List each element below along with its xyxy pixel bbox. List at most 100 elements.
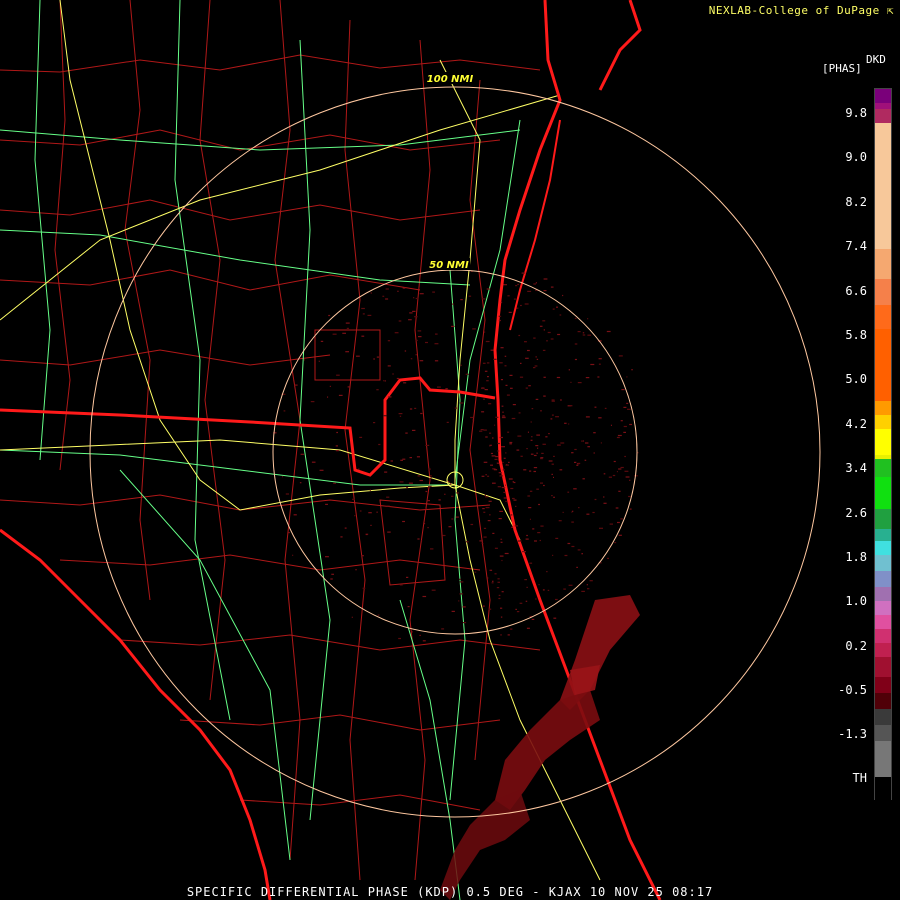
clutter-dot xyxy=(419,634,421,636)
cursor-arrow-icon[interactable]: ⇱ xyxy=(887,4,894,17)
clutter-dot xyxy=(501,446,505,448)
clutter-dot xyxy=(623,406,627,408)
clutter-dot xyxy=(551,414,554,416)
clutter-dot xyxy=(430,475,432,477)
clutter-dot xyxy=(626,376,628,378)
color-scale-tick: 8.2 xyxy=(845,195,867,209)
clutter-dot xyxy=(581,553,583,555)
clutter-dot xyxy=(427,487,431,489)
clutter-dot xyxy=(506,394,510,396)
clutter-dot xyxy=(559,314,562,316)
clutter-dot xyxy=(542,589,545,591)
clutter-dot xyxy=(492,437,494,439)
clutter-dot xyxy=(459,578,461,580)
clutter-dot xyxy=(592,511,595,514)
clutter-dot xyxy=(342,332,346,334)
clutter-dot xyxy=(495,416,499,418)
clutter-dot xyxy=(425,444,430,446)
clutter-dot xyxy=(616,436,620,439)
clutter-dot xyxy=(458,600,460,602)
clutter-dot xyxy=(568,584,573,586)
clutter-dot xyxy=(543,278,548,280)
color-scale-segment xyxy=(875,415,891,429)
clutter-dot xyxy=(420,412,423,415)
clutter-dot xyxy=(352,498,355,500)
clutter-dot xyxy=(515,505,517,507)
clutter-dot xyxy=(540,458,543,460)
clutter-dot xyxy=(497,486,501,488)
clutter-dot xyxy=(398,320,402,322)
clutter-dot xyxy=(504,365,507,367)
clutter-dot xyxy=(396,377,399,380)
color-scale-tick: 3.4 xyxy=(845,461,867,475)
clutter-dot xyxy=(330,578,333,580)
clutter-dot xyxy=(620,466,624,469)
clutter-dot xyxy=(311,461,316,463)
clutter-dot xyxy=(525,538,529,540)
clutter-dot xyxy=(542,349,546,351)
clutter-dot xyxy=(382,295,385,297)
clutter-dot xyxy=(362,587,366,589)
clutter-dot xyxy=(585,416,590,418)
clutter-dot xyxy=(536,358,539,360)
clutter-dot xyxy=(489,444,492,446)
clutter-dot xyxy=(503,497,507,499)
clutter-dot xyxy=(572,510,574,512)
clutter-dot xyxy=(340,536,343,538)
color-scale-tick: 1.8 xyxy=(845,550,867,564)
clutter-dot xyxy=(419,479,423,482)
clutter-dot xyxy=(497,450,500,452)
clutter-dot xyxy=(468,295,472,297)
clutter-dot xyxy=(376,511,378,513)
clutter-dot xyxy=(617,521,620,524)
clutter-dot xyxy=(500,616,503,618)
clutter-dot xyxy=(606,330,611,333)
clutter-dot xyxy=(614,542,617,544)
color-scale-tick: 9.0 xyxy=(845,150,867,164)
clutter-dot xyxy=(513,481,516,484)
clutter-dot xyxy=(484,331,486,333)
clutter-dot xyxy=(623,431,626,433)
clutter-dot xyxy=(502,469,505,471)
color-scale-segment xyxy=(875,249,891,279)
clutter-dot xyxy=(529,562,533,564)
clutter-dot xyxy=(489,569,493,571)
clutter-dot xyxy=(394,332,399,334)
clutter-dot xyxy=(555,537,559,539)
clutter-dot xyxy=(593,432,596,434)
clutter-dot xyxy=(608,476,612,478)
clutter-dot xyxy=(526,586,528,588)
clutter-dot xyxy=(325,556,329,558)
clutter-dot xyxy=(320,340,324,342)
clutter-dot xyxy=(462,606,466,608)
clutter-dot xyxy=(482,605,485,607)
clutter-dot xyxy=(509,441,513,444)
color-scale-tick: -0.5 xyxy=(838,683,867,697)
clutter-dot xyxy=(599,527,603,529)
clutter-dot xyxy=(527,495,531,497)
clutter-dot xyxy=(574,317,577,319)
clutter-dot xyxy=(505,384,508,386)
clutter-dot xyxy=(510,487,514,490)
clutter-dot xyxy=(520,304,522,307)
clutter-dot xyxy=(538,503,540,506)
clutter-dot xyxy=(551,399,555,401)
radar-map[interactable]: 100 NMI 50 NMI xyxy=(0,0,900,900)
clutter-dot xyxy=(505,464,509,466)
clutter-dot xyxy=(518,334,521,337)
clutter-dot xyxy=(480,429,484,431)
clutter-dot xyxy=(319,469,324,471)
clutter-dot xyxy=(408,482,413,484)
clutter-dot xyxy=(438,499,441,501)
clutter-dot xyxy=(539,539,541,542)
clutter-dot xyxy=(500,301,503,304)
clutter-dot xyxy=(516,307,519,309)
clutter-dot xyxy=(524,579,527,581)
clutter-dot xyxy=(562,511,564,513)
clutter-dot xyxy=(629,479,631,481)
clutter-dot xyxy=(452,303,454,305)
clutter-dot xyxy=(504,355,507,357)
clutter-dot xyxy=(509,374,513,376)
clutter-dot xyxy=(529,470,532,472)
clutter-dot xyxy=(508,461,510,463)
